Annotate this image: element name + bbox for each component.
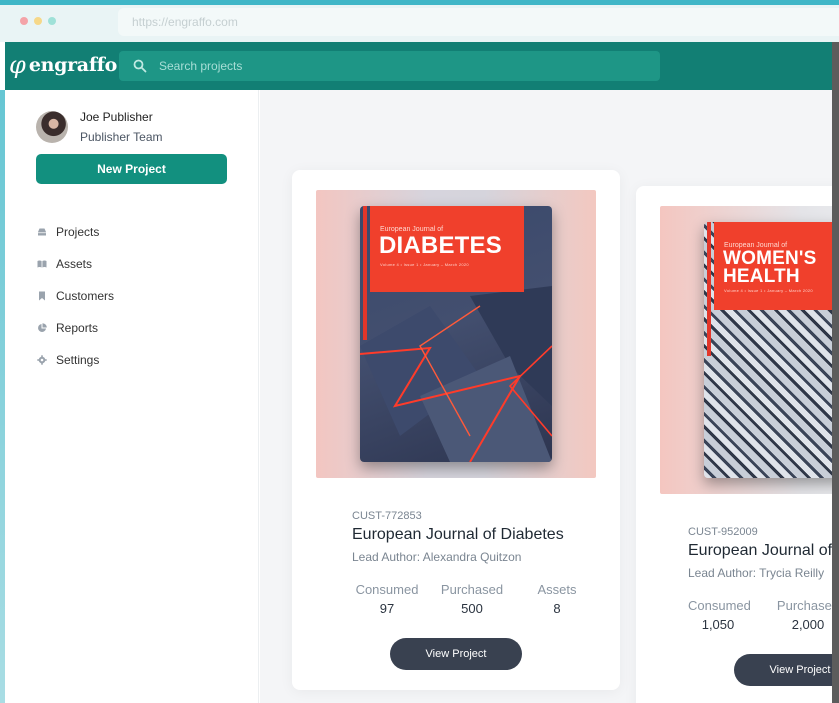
window-controls — [20, 17, 56, 25]
view-project-button[interactable]: View Project — [390, 638, 522, 670]
stat-value: 2,000 — [791, 617, 825, 632]
search-icon — [133, 59, 147, 73]
stat-value: 97 — [379, 601, 395, 616]
cover-backdrop: European Journal of DIABETES Volume 4 • … — [316, 190, 596, 478]
stat-value: 500 — [461, 601, 483, 616]
stat-assets: Assets 8 — [522, 582, 592, 616]
sidebar-item-settings[interactable]: Settings — [37, 344, 114, 376]
stat-value: 1,050 — [701, 617, 735, 632]
search-input[interactable] — [159, 51, 639, 81]
stat-purchased: Purchased 2,000 — [768, 598, 832, 632]
cover-title-line: HEALTH — [723, 266, 800, 287]
browser-chrome: https://engraffo.com — [0, 0, 839, 42]
cover-title-block: European Journal of WOMEN'S HEALTH Volum… — [714, 222, 832, 310]
brand-mark-icon: φ — [9, 51, 26, 79]
cover-abstract-art — [360, 286, 552, 462]
project-card[interactable]: European Journal of DIABETES Volume 4 • … — [292, 170, 620, 690]
sidebar-item-reports[interactable]: Reports — [37, 312, 114, 344]
sidebar-item-projects[interactable]: Projects — [37, 216, 114, 248]
stat-purchased: Purchased 500 — [428, 582, 516, 616]
bookmark-icon — [39, 291, 45, 301]
sidebar-item-label: Assets — [56, 257, 93, 271]
app-header: φ engraffo — [5, 42, 832, 90]
customer-id: CUST-952009 — [688, 526, 758, 538]
inbox-icon — [38, 228, 46, 236]
cover-meta: Volume 4 • Issue 1 • January – March 202… — [380, 262, 469, 267]
journal-title: European Journal of Women's Health — [688, 542, 832, 559]
stat-label: Consumed — [688, 598, 751, 613]
view-project-button[interactable]: View Project — [734, 654, 832, 686]
gear-icon — [37, 355, 47, 365]
stat-consumed: Consumed 97 — [352, 582, 422, 616]
cover-spine-stripe — [363, 206, 367, 340]
project-stats: Consumed 97 Purchased 500 Assets 8 — [352, 582, 612, 616]
sidebar-item-label: Projects — [56, 225, 100, 239]
minimize-window-dot[interactable] — [34, 17, 42, 25]
cover-title-block: European Journal of DIABETES Volume 4 • … — [370, 206, 524, 292]
chrome-accent-line — [0, 0, 839, 5]
journal-title: European Journal of Diabetes — [352, 526, 564, 543]
address-bar[interactable]: https://engraffo.com — [118, 8, 839, 36]
cover-title: WOMEN'S HEALTH — [723, 249, 817, 287]
brand-logo[interactable]: φ engraffo — [9, 51, 117, 79]
sidebar-item-label: Settings — [56, 353, 100, 367]
search-box — [119, 51, 660, 81]
book-open-icon — [37, 260, 47, 268]
stat-value: 8 — [553, 601, 561, 616]
journal-cover-image: European Journal of DIABETES Volume 4 • … — [360, 206, 552, 462]
card-details: CUST-952009 European Journal of Women's … — [688, 526, 832, 632]
project-card[interactable]: European Journal of WOMEN'S HEALTH Volum… — [636, 186, 832, 703]
sidebar-item-customers[interactable]: Customers — [37, 280, 114, 312]
brand-name: engraffo — [28, 54, 117, 76]
cover-meta: Volume 4 • Issue 1 • January – March 202… — [724, 288, 813, 293]
new-project-button[interactable]: New Project — [36, 154, 227, 184]
pie-chart-icon — [38, 323, 47, 332]
avatar — [36, 111, 68, 143]
stat-label: Purchased — [776, 598, 832, 613]
lead-author: Lead Author: Alexandra Quitzon — [352, 550, 522, 564]
cover-title: DIABETES — [379, 232, 502, 259]
project-stats: Consumed 1,050 Purchased 2,000 — [688, 598, 832, 632]
stat-label: Consumed — [355, 582, 419, 597]
cover-backdrop: European Journal of WOMEN'S HEALTH Volum… — [660, 206, 832, 494]
sidebar-item-label: Customers — [56, 289, 115, 303]
sidebar: Joe Publisher Publisher Team New Project… — [5, 90, 259, 703]
url-text: https://engraffo.com — [132, 15, 238, 29]
customer-id: CUST-772853 — [352, 510, 422, 522]
journal-cover-image: European Journal of WOMEN'S HEALTH Volum… — [704, 222, 832, 478]
sidebar-nav: Projects Assets Customers Reports Settin… — [37, 216, 114, 376]
stat-consumed: Consumed 1,050 — [688, 598, 751, 632]
maximize-window-dot[interactable] — [48, 17, 56, 25]
user-profile[interactable]: Joe Publisher Publisher Team — [36, 110, 163, 144]
lead-author: Lead Author: Trycia Reilly — [688, 566, 825, 580]
main-content: European Journal of DIABETES Volume 4 • … — [260, 90, 832, 703]
card-details: CUST-772853 European Journal of Diabetes… — [352, 510, 612, 616]
user-team: Publisher Team — [80, 130, 163, 144]
stat-label: Purchased — [440, 582, 504, 597]
window-right-edge — [832, 42, 839, 703]
cover-spine-stripe — [707, 222, 711, 356]
user-info: Joe Publisher Publisher Team — [80, 110, 163, 144]
close-window-dot[interactable] — [20, 17, 28, 25]
user-name: Joe Publisher — [80, 110, 153, 124]
sidebar-item-assets[interactable]: Assets — [37, 248, 114, 280]
stat-label: Assets — [537, 582, 577, 597]
sidebar-item-label: Reports — [56, 321, 99, 335]
